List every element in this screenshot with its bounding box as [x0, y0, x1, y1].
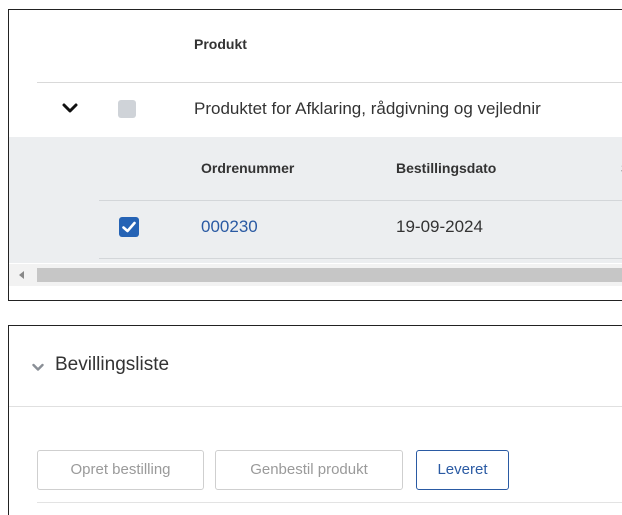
product-checkbox[interactable] — [118, 100, 136, 118]
order-number-link[interactable]: 000230 — [201, 217, 258, 237]
scroll-left-icon[interactable] — [19, 271, 24, 279]
chevron-down-icon[interactable] — [32, 363, 44, 372]
column-header-ordrenummer: Ordrenummer — [201, 160, 295, 176]
opret-bestilling-button[interactable]: Opret bestilling — [37, 450, 204, 490]
divider — [37, 502, 622, 503]
bevillingsliste-title: Bevillingsliste — [55, 354, 170, 375]
horizontal-scrollbar[interactable] — [9, 264, 622, 286]
column-header-produkt: Produkt — [194, 36, 247, 52]
row-checkbox[interactable] — [119, 217, 139, 237]
table-row[interactable]: 000230 19-09-2024 1 — [99, 200, 622, 259]
genbestil-produkt-button[interactable]: Genbestil produkt — [215, 450, 403, 490]
scrollbar-thumb[interactable] — [37, 268, 622, 282]
check-icon — [122, 221, 136, 233]
leveret-button[interactable]: Leveret — [416, 450, 509, 490]
chevron-down-icon[interactable] — [61, 101, 79, 115]
bevillingsliste-panel: Bevillingsliste Opret bestilling Genbest… — [8, 325, 622, 515]
subtable-header-row: Ordrenummer Bestillingsdato S — [99, 137, 622, 201]
product-row[interactable]: Produktet for Afklaring, rådgivning og v… — [37, 82, 622, 137]
column-header-bestillingsdato: Bestillingsdato — [396, 160, 497, 176]
table-header-row: Produkt — [37, 10, 622, 83]
bevillingsliste-header[interactable]: Bevillingsliste — [9, 326, 622, 407]
product-label: Produktet for Afklaring, rådgivning og v… — [194, 99, 541, 118]
order-table-panel: Produkt Produktet for Afklaring, rådgivn… — [8, 9, 622, 301]
order-subtable: Ordrenummer Bestillingsdato S 000230 19-… — [9, 137, 622, 263]
order-date: 19-09-2024 — [396, 217, 483, 236]
